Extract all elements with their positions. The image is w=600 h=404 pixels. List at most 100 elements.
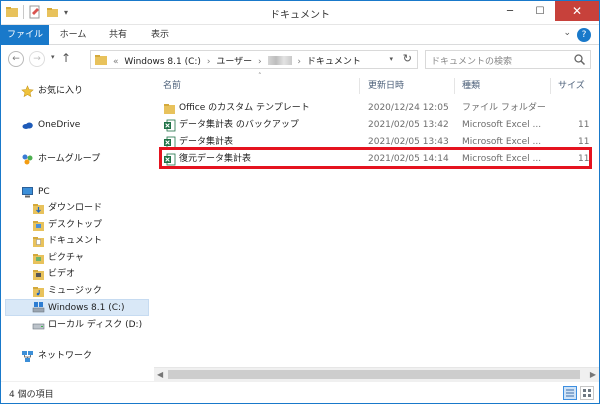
- nav-item-label: Windows 8.1 (C:): [48, 303, 125, 313]
- folder-icon: [95, 55, 107, 65]
- breadcrumb-overflow[interactable]: «: [113, 57, 119, 67]
- breadcrumb-username-redacted[interactable]: [267, 56, 292, 65]
- address-row: ← → ▾ ↑ « Windows 8.1 (C:) › ユーザー › › ドキ…: [1, 46, 599, 72]
- file-size: 11: [578, 120, 590, 130]
- network-icon: [22, 351, 33, 362]
- nav-item-music[interactable]: ミュージック: [1, 283, 153, 300]
- details-view-button[interactable]: [563, 386, 577, 400]
- folder-icon: [164, 104, 175, 114]
- details-view-icon: [566, 389, 574, 397]
- nav-item-label: お気に入り: [38, 86, 84, 96]
- breadcrumb-documents[interactable]: ドキュメント: [307, 57, 361, 67]
- file-date: 2021/02/05 13:42: [368, 120, 449, 130]
- nav-item-label: ドキュメント: [48, 236, 103, 246]
- file-type: ファイル フォルダー: [462, 103, 546, 113]
- cloud-icon: [22, 122, 33, 129]
- nav-item-pictures[interactable]: ピクチャ: [1, 250, 153, 267]
- nav-item-drive-d[interactable]: ローカル ディスク (D:): [1, 317, 153, 334]
- back-button[interactable]: ←: [8, 51, 24, 67]
- computer-icon: [22, 187, 33, 198]
- refresh-icon[interactable]: ↻: [403, 52, 412, 65]
- column-header-type[interactable]: 種類: [462, 76, 480, 96]
- search-placeholder: ドキュメントの検索: [431, 57, 513, 67]
- scrollbar-thumb[interactable]: [168, 370, 580, 379]
- close-button[interactable]: ✕: [555, 1, 599, 21]
- nav-item-pc[interactable]: PC: [1, 184, 153, 201]
- breadcrumb: « Windows 8.1 (C:) › ユーザー › › ドキュメント: [113, 54, 364, 67]
- nav-item-network[interactable]: ネットワーク: [1, 348, 153, 365]
- help-icon[interactable]: ?: [577, 28, 591, 42]
- column-header-row: ˄ 名前 更新日時 種類 サイズ: [154, 72, 599, 96]
- folder-icon: [33, 221, 44, 231]
- navigation-pane: お気に入り OneDrive ホームグループ PC ダウンロード デスクトップ …: [1, 72, 153, 380]
- drive-icon: [32, 323, 45, 330]
- nav-item-label: ローカル ディスク (D:): [48, 320, 143, 330]
- up-button[interactable]: ↑: [61, 51, 71, 65]
- excel-icon: [164, 119, 176, 132]
- search-input[interactable]: ドキュメントの検索: [425, 50, 591, 69]
- folder-icon: [33, 270, 44, 280]
- breadcrumb-separator[interactable]: ›: [258, 57, 262, 67]
- nav-item-label: ピクチャ: [48, 253, 84, 263]
- item-count: 4 個の項目: [9, 390, 54, 400]
- recent-locations-icon[interactable]: ▾: [51, 53, 55, 61]
- breadcrumb-drive[interactable]: Windows 8.1 (C:): [124, 57, 201, 67]
- title-bar: ▾ ドキュメント ─ ☐ ✕: [1, 1, 599, 25]
- nav-item-label: OneDrive: [38, 120, 81, 130]
- column-divider[interactable]: [454, 78, 455, 94]
- forward-button[interactable]: →: [29, 51, 45, 67]
- file-row[interactable]: データ集計表 のバックアップ 2021/02/05 13:42 Microsof…: [154, 117, 599, 134]
- column-divider[interactable]: [550, 78, 551, 94]
- breadcrumb-separator[interactable]: ›: [207, 57, 211, 67]
- star-icon: [21, 85, 34, 98]
- drive-icon: [32, 302, 45, 313]
- folder-icon: [33, 204, 44, 214]
- folder-icon: [33, 237, 44, 247]
- address-bar[interactable]: « Windows 8.1 (C:) › ユーザー › › ドキュメント ▾ ↻: [90, 50, 418, 69]
- scroll-right-icon[interactable]: ▶: [590, 370, 596, 379]
- nav-item-videos[interactable]: ビデオ: [1, 266, 153, 283]
- nav-item-onedrive[interactable]: OneDrive: [1, 117, 153, 134]
- nav-item-label: ビデオ: [48, 269, 76, 279]
- large-icons-view-icon: [583, 389, 591, 397]
- tab-view[interactable]: 表示: [143, 25, 177, 45]
- column-divider[interactable]: [359, 78, 360, 94]
- nav-item-label: PC: [38, 187, 50, 197]
- minimize-button[interactable]: ─: [495, 1, 525, 21]
- folder-icon: [33, 287, 44, 297]
- tab-share[interactable]: 共有: [101, 25, 135, 45]
- scroll-left-icon[interactable]: ◀: [157, 370, 163, 379]
- horizontal-scrollbar[interactable]: ◀ ▶: [154, 367, 599, 381]
- nav-item-homegroup[interactable]: ホームグループ: [1, 151, 153, 168]
- breadcrumb-users[interactable]: ユーザー: [216, 57, 252, 67]
- highlight-box: [159, 147, 592, 169]
- nav-item-documents[interactable]: ドキュメント: [1, 233, 153, 250]
- ribbon-expand-icon[interactable]: ⌄: [563, 28, 571, 38]
- file-name: データ集計表 のバックアップ: [179, 120, 299, 130]
- nav-item-downloads[interactable]: ダウンロード: [1, 200, 153, 217]
- tab-home[interactable]: ホーム: [53, 25, 93, 45]
- file-row[interactable]: Office のカスタム テンプレート 2020/12/24 12:05 ファイ…: [154, 100, 599, 117]
- large-icons-view-button[interactable]: [580, 386, 594, 400]
- folder-icon: [33, 254, 44, 264]
- nav-item-drive-c[interactable]: Windows 8.1 (C:): [5, 299, 149, 316]
- file-name: Office のカスタム テンプレート: [179, 103, 310, 113]
- ribbon-tabs: ファイル ホーム 共有 表示 ⌄ ?: [1, 25, 599, 45]
- maximize-button[interactable]: ☐: [525, 1, 555, 21]
- explorer-window: ▾ ドキュメント ─ ☐ ✕ ファイル ホーム 共有 表示 ⌄ ? ← → ▾ …: [0, 0, 600, 404]
- nav-item-favorites[interactable]: お気に入り: [1, 83, 153, 100]
- column-header-date[interactable]: 更新日時: [368, 76, 404, 96]
- column-header-size[interactable]: サイズ: [558, 76, 585, 96]
- file-date: 2020/12/24 12:05: [368, 103, 449, 113]
- search-icon[interactable]: [573, 53, 586, 66]
- sort-ascending-icon: ˄: [258, 72, 262, 80]
- file-type: Microsoft Excel ...: [462, 120, 542, 130]
- status-bar: 4 個の項目: [1, 381, 599, 403]
- column-header-name[interactable]: 名前: [163, 76, 181, 96]
- homegroup-icon: [22, 154, 33, 165]
- tab-file[interactable]: ファイル: [1, 25, 49, 45]
- address-dropdown-icon[interactable]: ▾: [389, 55, 393, 63]
- breadcrumb-separator[interactable]: ›: [297, 57, 301, 67]
- nav-item-desktop[interactable]: デスクトップ: [1, 217, 153, 234]
- nav-item-label: ダウンロード: [48, 203, 103, 213]
